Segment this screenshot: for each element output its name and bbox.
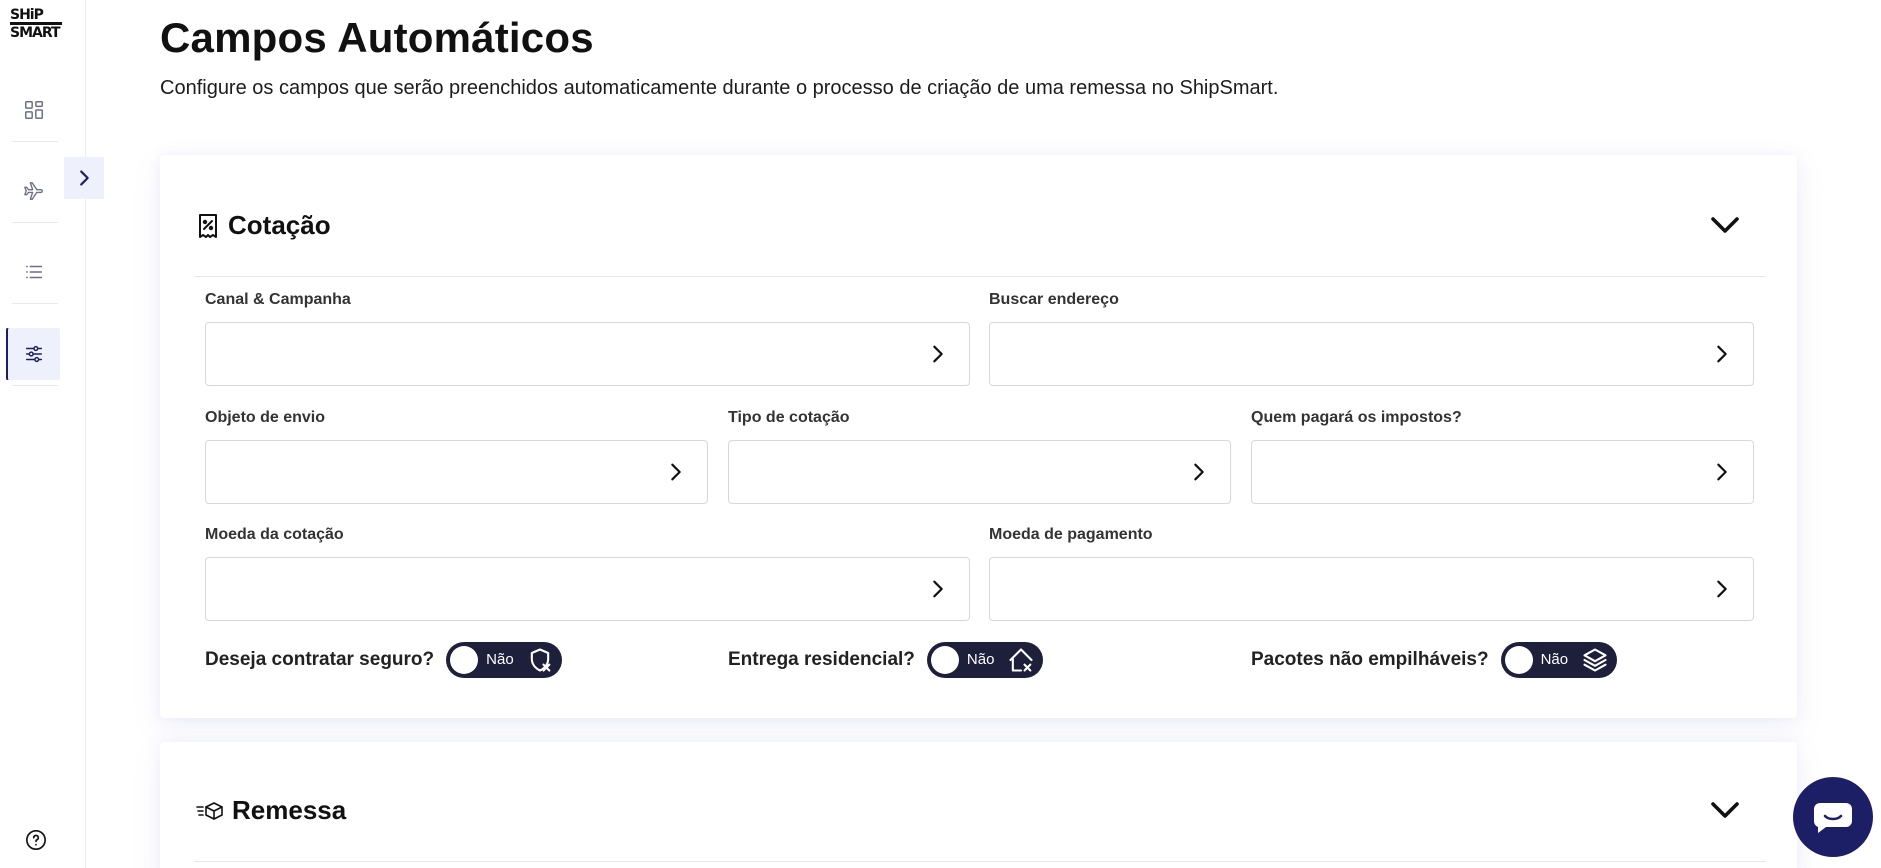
section-cotacao-title: Cotação xyxy=(228,210,331,240)
seguro-value: Não xyxy=(486,651,514,668)
shield-x-icon xyxy=(530,648,551,672)
canal-campanha-field[interactable] xyxy=(205,322,970,386)
empilhaveis-toggle[interactable]: Não xyxy=(1500,642,1617,678)
canal-campanha-label: Canal & Campanha xyxy=(205,291,351,308)
section-remessa: Remessa xyxy=(160,742,1797,868)
buscar-endereco-field[interactable] xyxy=(989,322,1754,386)
toggle-knob xyxy=(450,646,479,674)
residencial-label: Entrega residencial? xyxy=(728,649,915,670)
moeda-cotacao-field[interactable] xyxy=(205,557,970,621)
chevron-right-icon xyxy=(933,580,943,598)
empilhaveis-toggle-row: Pacotes não empilháveis? Não xyxy=(1251,642,1617,678)
chevron-right-icon xyxy=(933,345,943,363)
chevron-right-icon xyxy=(1717,580,1727,598)
section-cotacao: Cotação Canal & Campanha Buscar endereço… xyxy=(160,155,1797,718)
impostos-label: Quem pagará os impostos? xyxy=(1251,409,1462,426)
list-icon xyxy=(25,265,43,279)
logo-line-1: SHiP xyxy=(10,7,44,23)
dashboard-icon xyxy=(25,101,43,119)
seguro-label: Deseja contratar seguro? xyxy=(205,649,435,670)
objeto-envio-label: Objeto de envio xyxy=(205,409,326,426)
nav-dashboard[interactable] xyxy=(8,84,60,136)
section-divider xyxy=(194,276,1766,277)
chevron-down-icon[interactable] xyxy=(1707,792,1743,828)
shipsmart-logo[interactable]: SHiP SMART xyxy=(10,8,62,40)
seguro-toggle-row: Deseja contratar seguro? Não xyxy=(205,642,563,678)
toggle-knob xyxy=(930,646,959,674)
sidebar: SHiP SMART xyxy=(0,0,86,868)
empilhaveis-label: Pacotes não empilháveis? xyxy=(1251,649,1489,670)
seguro-toggle[interactable]: Não xyxy=(446,642,563,678)
section-remessa-header[interactable]: Remessa xyxy=(196,795,346,826)
airplane-icon xyxy=(24,182,43,200)
section-remessa-title: Remessa xyxy=(232,795,347,825)
page-subtitle: Configure os campos que serão preenchido… xyxy=(160,77,1279,99)
residencial-value: Não xyxy=(966,651,995,668)
nav-list[interactable] xyxy=(8,246,60,298)
chevron-right-icon xyxy=(671,463,681,481)
moeda-cotacao-label: Moeda da cotação xyxy=(205,526,344,543)
section-divider xyxy=(194,861,1766,862)
nav-shipments[interactable] xyxy=(8,165,60,217)
residencial-toggle[interactable]: Não xyxy=(926,642,1043,678)
chevron-right-icon xyxy=(1194,463,1204,481)
empilhaveis-value: Não xyxy=(1540,651,1569,668)
section-cotacao-header[interactable]: Cotação xyxy=(196,210,331,241)
chevron-down-icon[interactable] xyxy=(1707,207,1743,243)
tipo-cotacao-label: Tipo de cotação xyxy=(728,409,850,426)
chevron-right-icon xyxy=(1717,345,1727,363)
layers-icon xyxy=(1583,648,1607,672)
home-x-icon xyxy=(1009,648,1033,672)
chevron-right-icon xyxy=(80,170,89,186)
moeda-pagamento-field[interactable] xyxy=(989,557,1754,621)
buscar-endereco-label: Buscar endereço xyxy=(989,291,1119,308)
receipt-percent-icon xyxy=(199,213,217,238)
nav-settings[interactable] xyxy=(8,328,60,380)
chat-button[interactable] xyxy=(1793,777,1873,857)
chevron-right-icon xyxy=(1717,463,1727,481)
objeto-envio-field[interactable] xyxy=(205,440,708,504)
help-icon[interactable] xyxy=(25,829,47,851)
logo-line-2: SMART xyxy=(10,22,62,40)
sliders-icon xyxy=(25,345,43,363)
impostos-field[interactable] xyxy=(1251,440,1754,504)
chat-bubble-icon xyxy=(1813,803,1852,833)
tipo-cotacao-field[interactable] xyxy=(728,440,1231,504)
page-title: Campos Automáticos xyxy=(160,14,594,61)
sidebar-expand-button[interactable] xyxy=(64,157,104,199)
moeda-pagamento-label: Moeda de pagamento xyxy=(989,526,1153,543)
fast-box-icon xyxy=(196,801,223,820)
toggle-knob xyxy=(1504,646,1533,674)
residencial-toggle-row: Entrega residencial? Não xyxy=(728,642,1043,678)
